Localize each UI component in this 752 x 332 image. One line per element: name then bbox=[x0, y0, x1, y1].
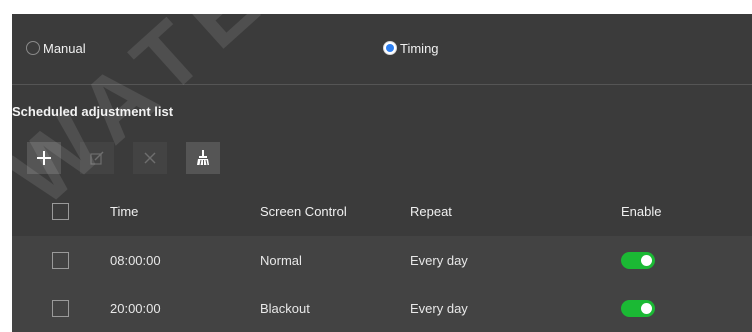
table-row[interactable]: 20:00:00 Blackout Every day bbox=[12, 284, 752, 332]
row-checkbox[interactable] bbox=[52, 299, 69, 317]
edit-button[interactable] bbox=[80, 142, 114, 174]
toggle-knob bbox=[641, 302, 652, 314]
enable-toggle[interactable] bbox=[621, 251, 655, 269]
column-header-time: Time bbox=[110, 204, 139, 219]
radio-manual-indicator bbox=[26, 41, 40, 55]
clear-brush-icon bbox=[197, 150, 209, 166]
mode-selector: Manual Timing bbox=[12, 14, 752, 84]
row-checkbox-cell bbox=[52, 284, 69, 332]
enable-cell bbox=[621, 284, 655, 332]
list-toolbar bbox=[27, 142, 239, 174]
clear-button[interactable] bbox=[186, 142, 220, 174]
radio-timing[interactable]: Timing bbox=[383, 40, 439, 56]
row-checkbox[interactable] bbox=[52, 251, 69, 269]
column-header-repeat: Repeat bbox=[410, 204, 452, 219]
delete-icon bbox=[144, 152, 156, 164]
table-row[interactable]: 08:00:00 Normal Every day bbox=[12, 236, 752, 284]
repeat-cell: Every day bbox=[410, 252, 468, 268]
screen-control-cell: Blackout bbox=[260, 300, 310, 316]
time-cell: 08:00:00 bbox=[110, 252, 161, 268]
table-header: Time Screen Control Repeat Enable bbox=[12, 187, 752, 236]
radio-timing-label: Timing bbox=[400, 40, 439, 56]
column-header-enable: Enable bbox=[621, 204, 662, 219]
radio-manual[interactable]: Manual bbox=[26, 40, 86, 56]
select-all-checkbox[interactable] bbox=[52, 203, 69, 220]
add-button[interactable] bbox=[27, 142, 61, 174]
schedule-table: Time Screen Control Repeat Enable 08:00:… bbox=[12, 187, 752, 332]
radio-timing-indicator bbox=[383, 41, 397, 55]
enable-toggle[interactable] bbox=[621, 299, 655, 317]
plus-icon bbox=[37, 151, 51, 165]
screen-control-cell: Normal bbox=[260, 252, 302, 268]
divider bbox=[12, 84, 752, 85]
enable-cell bbox=[621, 236, 655, 284]
column-header-screen-control: Screen Control bbox=[260, 204, 347, 219]
section-title: Scheduled adjustment list bbox=[12, 104, 174, 119]
radio-manual-label: Manual bbox=[43, 40, 86, 56]
edit-icon bbox=[90, 151, 104, 165]
repeat-cell: Every day bbox=[410, 300, 468, 316]
toggle-knob bbox=[641, 254, 652, 266]
timing-settings-panel: Manual Timing Scheduled adjustment list bbox=[12, 14, 752, 332]
time-cell: 20:00:00 bbox=[110, 300, 161, 316]
delete-button[interactable] bbox=[133, 142, 167, 174]
select-all-cell bbox=[52, 187, 69, 236]
row-checkbox-cell bbox=[52, 236, 69, 284]
